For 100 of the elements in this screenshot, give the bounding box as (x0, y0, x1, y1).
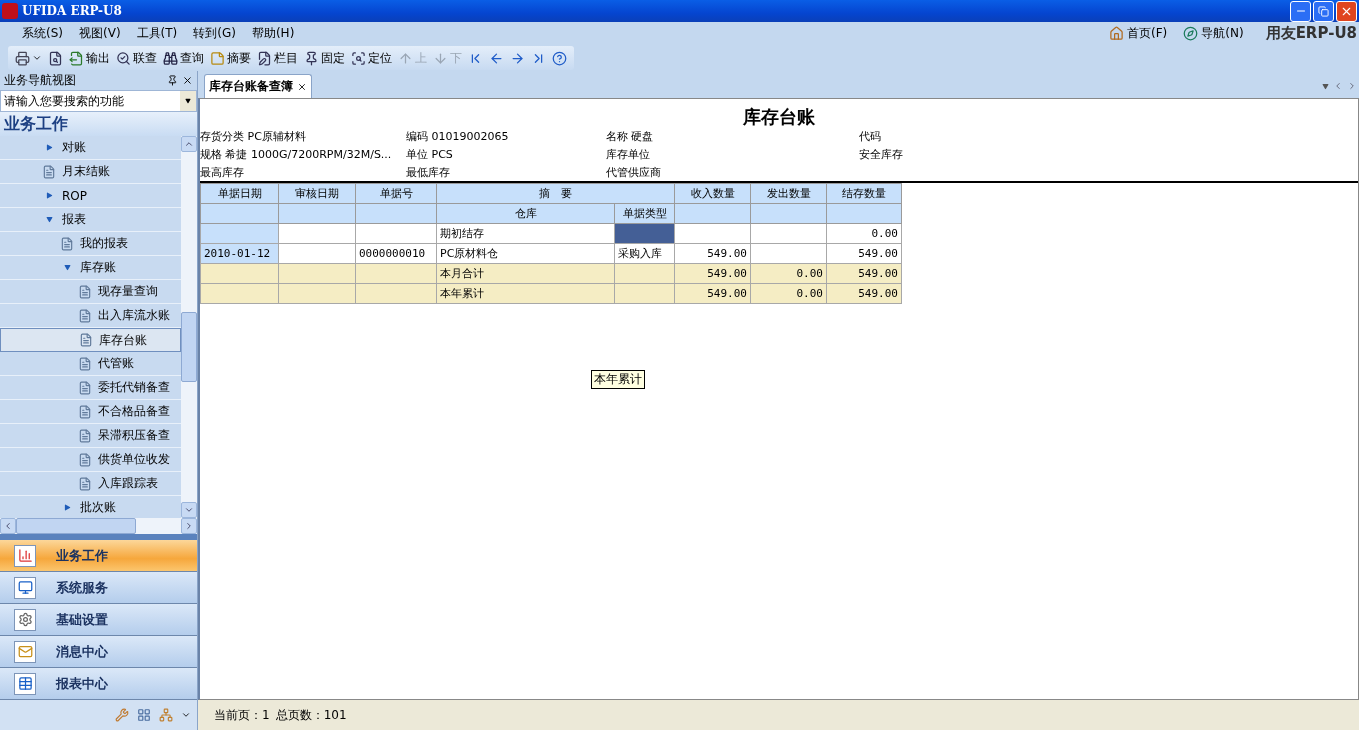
close-icon[interactable] (182, 74, 193, 86)
export-icon (69, 50, 84, 66)
preview-icon (48, 50, 63, 66)
tree-item[interactable]: 月末结账 (0, 160, 181, 184)
tooltip: 本年累计 (591, 370, 645, 389)
tree-item-label: 入库跟踪表 (98, 475, 158, 492)
scroll-up-icon[interactable] (184, 139, 194, 149)
tree-item-label: 供货单位收发 (98, 451, 170, 468)
tree-item[interactable]: 委托代销备查 (0, 376, 181, 400)
horizontal-scrollbar[interactable] (0, 518, 197, 534)
columns-button[interactable]: 栏目 (254, 47, 301, 69)
tree-item[interactable]: 现存量查询 (0, 280, 181, 304)
menu-item[interactable]: 帮助(H) (243, 23, 303, 44)
nav-button[interactable]: 业务工作 (0, 540, 197, 572)
bar-chart-icon (14, 544, 36, 567)
column-header: 摘 要 (436, 183, 675, 204)
settings-icon (14, 608, 36, 631)
document-icon (78, 308, 92, 323)
scroll-left-icon[interactable] (3, 521, 13, 531)
tree-item-label: 库存账 (80, 259, 116, 276)
link-query-button[interactable]: 联查 (113, 47, 160, 69)
help-icon (552, 50, 567, 66)
info-field: 代码 (859, 129, 1358, 144)
grid-icon[interactable] (137, 708, 151, 722)
top-link[interactable]: 导航(N) (1175, 25, 1252, 42)
tree-item[interactable]: ROP (0, 184, 181, 208)
menu-item[interactable]: 转到(G) (185, 23, 244, 44)
document-icon (78, 452, 92, 467)
tree-item-label: ROP (62, 188, 88, 203)
info-field: 代管供应商 (606, 165, 859, 180)
tree-item-label: 呆滞积压备查 (98, 427, 170, 444)
tree-item[interactable]: 入库跟踪表 (0, 472, 181, 496)
tree-item[interactable]: 呆滞积压备查 (0, 424, 181, 448)
menu-item[interactable]: 工具(T) (128, 23, 186, 44)
tree-item[interactable]: 不合格品备查 (0, 400, 181, 424)
restore-icon (1318, 5, 1329, 17)
app-logo-icon (2, 3, 18, 19)
section-header: 业务工作 (0, 112, 197, 136)
current-page-text: 当前页：1 (214, 706, 270, 724)
scroll-right-icon[interactable] (1347, 81, 1357, 91)
column-header: 单据号 (355, 183, 437, 204)
tree-item[interactable]: 报表 (0, 208, 181, 232)
tree-item-label: 库存台账 (99, 331, 147, 349)
dropdown-icon[interactable] (1322, 82, 1329, 90)
close-icon[interactable] (297, 81, 307, 92)
nav-button[interactable]: 基础设置 (0, 604, 197, 636)
tree-item-label: 批次账 (80, 499, 116, 516)
menu-item[interactable]: 系统(S) (14, 23, 71, 44)
info-field: 单位 PCS (406, 147, 606, 162)
scroll-right-icon[interactable] (184, 521, 194, 531)
hierarchy-icon[interactable] (159, 708, 173, 722)
vertical-scrollbar[interactable] (181, 136, 197, 518)
locate-button[interactable]: 定位 (348, 47, 395, 69)
document-icon (78, 476, 92, 491)
wrench-icon[interactable] (115, 708, 129, 722)
menu-item[interactable]: 视图(V) (71, 23, 129, 44)
pin-icon[interactable] (167, 74, 178, 86)
tree-item[interactable]: 出入库流水账 (0, 304, 181, 328)
caret-icon[interactable] (181, 710, 191, 720)
tree-item-label: 委托代销备查 (98, 379, 170, 396)
splitter-handle[interactable] (0, 534, 197, 540)
tree-item[interactable]: 库存台账 (0, 328, 181, 352)
export-button[interactable]: 输出 (66, 47, 113, 69)
tree-item[interactable]: 代管账 (0, 352, 181, 376)
search-field[interactable]: 请输入您要搜索的功能 (0, 90, 197, 112)
nav-button[interactable]: 系统服务 (0, 572, 197, 604)
close-button[interactable] (1336, 0, 1357, 22)
scroll-down-icon[interactable] (184, 505, 194, 515)
pane-title: 业务导航视图 (4, 71, 76, 89)
scroll-thumb[interactable] (16, 518, 136, 534)
table-cell: 2010-01-12 (200, 243, 279, 264)
tab[interactable]: 库存台账备查簿 (204, 74, 312, 98)
nav-button[interactable]: 消息中心 (0, 636, 197, 668)
nav-button[interactable]: 报表中心 (0, 668, 197, 700)
tree-item[interactable]: 供货单位收发 (0, 448, 181, 472)
document-icon (78, 380, 92, 395)
tree-item[interactable]: 对账 (0, 136, 181, 160)
info-field: 编码 01019002065 (406, 129, 606, 144)
dropdown-button[interactable] (180, 91, 196, 111)
tree-item[interactable]: 我的报表 (0, 232, 181, 256)
top-link[interactable]: 首页(F) (1101, 25, 1176, 42)
freeze-button[interactable]: 固定 (301, 47, 348, 69)
tree-item-label: 出入库流水账 (98, 307, 170, 324)
info-field: 规格 希捷 1000G/7200RPM/32M/S... (200, 147, 406, 162)
tree-item[interactable]: 批次账 (0, 496, 181, 518)
restore-button[interactable] (1313, 0, 1334, 22)
tree-item-label: 代管账 (98, 355, 134, 372)
info-field: 名称 硬盘 (606, 129, 859, 144)
column-header: 发出数量 (750, 183, 827, 204)
right-arrow-icon (510, 50, 525, 66)
tree-item-label: 报表 (62, 211, 86, 228)
minimize-button[interactable] (1290, 0, 1311, 22)
document-icon (78, 356, 92, 371)
query-button[interactable]: 查询 (160, 47, 207, 69)
monitor-icon (14, 576, 36, 599)
tree-item[interactable]: 库存账 (0, 256, 181, 280)
scroll-left-icon[interactable] (1333, 81, 1343, 91)
summary-button[interactable]: 摘要 (207, 47, 254, 69)
scroll-thumb[interactable] (181, 312, 197, 382)
binoculars-icon (163, 50, 178, 66)
